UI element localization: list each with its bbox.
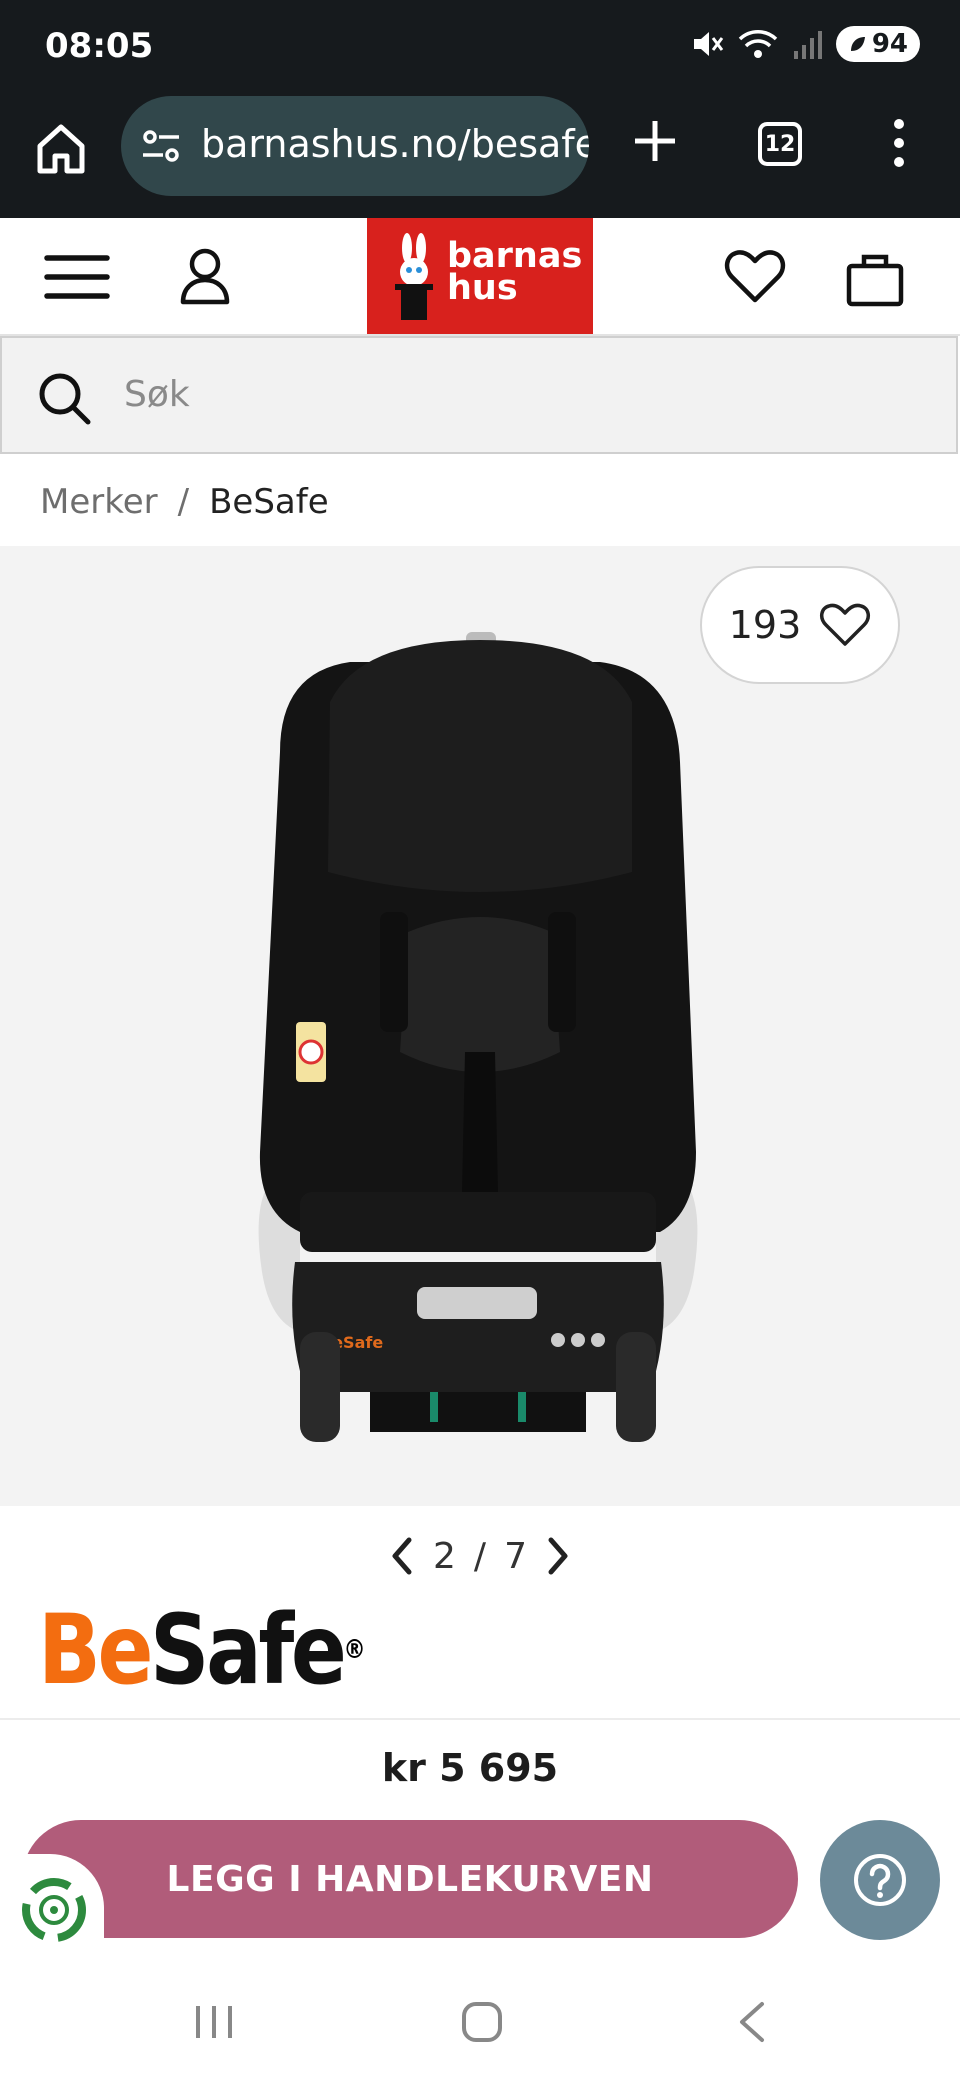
status-icons: 94 [690, 26, 920, 62]
help-question-icon [854, 1854, 906, 1906]
status-time: 08:05 [45, 26, 154, 66]
url-text: barnashus.no/besafe [201, 122, 589, 166]
tab-switcher-button[interactable]: 12 [758, 122, 802, 166]
site-header: barnas hus [0, 218, 960, 336]
image-pager: 2 / 7 [380, 1532, 580, 1580]
brand-safe: Safe [150, 1594, 347, 1706]
home-nav-icon[interactable] [460, 2000, 504, 2044]
site-logo[interactable]: barnas hus [367, 218, 593, 334]
product-price: kr 5 695 [381, 1746, 559, 1790]
shopping-bag-icon[interactable] [842, 244, 908, 310]
logo-wordmark: barnas hus [447, 239, 582, 308]
battery-level: 94 [871, 29, 908, 59]
chevron-right-icon[interactable] [545, 1536, 571, 1576]
chevron-left-icon[interactable] [389, 1536, 415, 1576]
search-icon [39, 373, 91, 425]
favorite-count: 193 [728, 603, 802, 647]
divider [0, 1718, 960, 1720]
battery-saver-icon [850, 37, 865, 51]
tab-count: 12 [764, 131, 796, 157]
heart-icon [820, 603, 871, 646]
home-icon[interactable] [32, 120, 90, 178]
browser-toolbar: barnashus.no/besafe 12 [0, 92, 960, 218]
mute-icon [693, 32, 724, 56]
new-tab-icon[interactable] [630, 116, 680, 166]
registered-mark: ® [343, 1635, 366, 1665]
breadcrumb-merker[interactable]: Merker [40, 482, 158, 522]
bunny-hat-logo-icon [395, 233, 433, 320]
pager-separator: / [473, 1535, 487, 1577]
add-to-cart-label: LEGG I HANDLEKURVEN [166, 1858, 654, 1900]
product-image-gallery[interactable]: BeSafe 193 [0, 546, 960, 1506]
logo-line-2: hus [447, 268, 518, 308]
help-button[interactable] [820, 1820, 940, 1940]
more-options-icon[interactable] [883, 116, 915, 170]
image-index: 2 [433, 1535, 456, 1577]
url-bar[interactable]: barnashus.no/besafe [121, 96, 589, 196]
wifi-icon [738, 30, 778, 58]
brand-logo[interactable]: BeSafe® [38, 1602, 366, 1698]
system-navigation-bar [0, 1962, 960, 2080]
status-bar: 08:05 94 [0, 0, 960, 92]
breadcrumb-besafe: BeSafe [209, 482, 329, 522]
signal-icon [793, 31, 822, 59]
image-total: 7 [504, 1535, 527, 1577]
search-placeholder: Søk [124, 374, 190, 415]
battery-indicator: 94 [835, 26, 920, 62]
recent-apps-icon[interactable] [192, 2002, 236, 2042]
recycle-icon [22, 1878, 86, 1942]
add-to-cart-button[interactable]: LEGG I HANDLEKURVEN [22, 1820, 798, 1938]
account-icon[interactable] [172, 244, 238, 310]
car-seat-product-image: BeSafe [258, 632, 698, 1442]
recycle-badge[interactable] [0, 1854, 104, 1962]
favorite-count-button[interactable]: 193 [700, 566, 900, 684]
breadcrumb: Merker / BeSafe [40, 482, 329, 522]
breadcrumb-separator: / [177, 482, 190, 522]
menu-icon[interactable] [44, 244, 110, 310]
search-bar[interactable]: Søk [0, 336, 958, 454]
wishlist-heart-icon[interactable] [722, 244, 788, 310]
back-nav-icon[interactable] [734, 2000, 768, 2044]
brand-be: Be [38, 1594, 153, 1706]
site-settings-icon[interactable] [141, 126, 181, 166]
